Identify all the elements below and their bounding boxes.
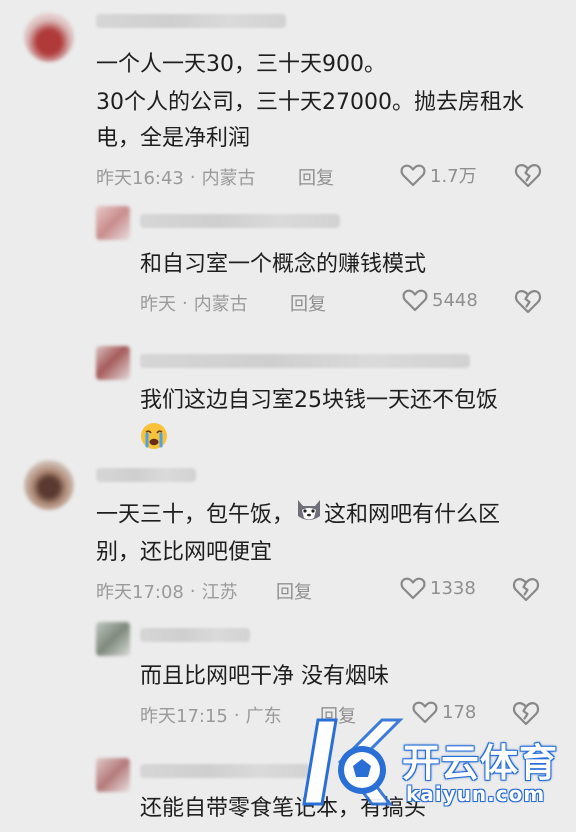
timestamp: 昨天17:15 [140, 706, 228, 727]
comment-text: 一个人一天30，三十天900。 [96, 52, 386, 77]
comment-meta: 昨天 · 内蒙古 [140, 290, 248, 316]
location: 广东 [245, 706, 282, 727]
dislike-button[interactable] [512, 576, 540, 606]
location: 江苏 [201, 582, 238, 603]
comment-text: 30个人的公司，三十天27000。抛去房租水 [96, 90, 524, 115]
comment-text: 别，还比网吧便宜 [96, 540, 273, 565]
broken-heart-icon [514, 164, 542, 188]
location: 内蒙古 [201, 168, 256, 189]
watermark-url-text: kaiyun.com [406, 782, 546, 806]
like-button[interactable]: 1.7万 [400, 162, 477, 188]
comment-text: 而且比网吧干净 没有烟味 [140, 664, 389, 689]
comment-text-part: 一天三十，包午饭， [96, 502, 295, 528]
crying-face-icon [141, 423, 167, 449]
reply-button[interactable]: 回复 [276, 578, 312, 604]
dislike-button[interactable] [514, 162, 542, 192]
reply-button[interactable]: 回复 [290, 290, 326, 316]
heart-icon [402, 289, 428, 312]
comment-text-part: 这和网吧有什么区 [324, 502, 501, 528]
separator: · [189, 166, 196, 188]
comment-text: 一天三十，包午饭， 这和网吧有什么区 [96, 496, 500, 535]
comment-text: 我们这边自习室25块钱一天还不包饭 [140, 388, 498, 413]
separator: · [189, 580, 196, 602]
heart-icon [400, 164, 426, 187]
husky-dog-icon [298, 500, 321, 520]
avatar[interactable] [24, 460, 74, 510]
username[interactable] [140, 354, 470, 368]
username[interactable] [96, 468, 196, 482]
like-button[interactable]: 1338 [400, 576, 476, 600]
avatar[interactable] [96, 206, 130, 240]
like-button[interactable]: 5448 [402, 288, 478, 312]
comment-meta: 昨天16:43 · 内蒙古 [96, 164, 256, 190]
avatar[interactable] [24, 12, 74, 62]
broken-heart-icon [512, 578, 540, 602]
comment-meta: 昨天17:08 · 江苏 [96, 578, 238, 604]
timestamp: 昨天 [140, 294, 176, 315]
location: 内蒙古 [193, 294, 248, 315]
heart-icon [400, 577, 426, 600]
comment-text: 电，全是净利润 [96, 126, 251, 151]
username[interactable] [140, 764, 310, 778]
comment-text: 和自习室一个概念的赚钱模式 [140, 252, 427, 277]
avatar[interactable] [96, 758, 130, 792]
dog-emoji [294, 496, 324, 535]
username[interactable] [96, 14, 286, 28]
username[interactable] [140, 628, 250, 642]
watermark-logo: 开云体育 kaiyun.com [300, 712, 576, 822]
timestamp: 昨天16:43 [96, 168, 184, 189]
comment-meta: 昨天17:15 · 广东 [140, 702, 282, 728]
watermark-chinese-text: 开云体育 [402, 741, 559, 785]
separator: · [182, 292, 188, 314]
username[interactable] [140, 214, 340, 228]
avatar[interactable] [96, 622, 130, 656]
like-count: 1.7万 [430, 166, 477, 187]
broken-heart-icon [514, 290, 542, 314]
separator: · [233, 704, 240, 726]
timestamp: 昨天17:08 [96, 582, 184, 603]
reply-button[interactable]: 回复 [298, 164, 334, 190]
dislike-button[interactable] [514, 288, 542, 318]
like-count: 1338 [430, 577, 476, 599]
avatar[interactable] [96, 346, 130, 380]
like-count: 5448 [432, 289, 478, 311]
crying-face-emoji [140, 422, 168, 454]
kaiyun-logo-icon [302, 718, 404, 806]
